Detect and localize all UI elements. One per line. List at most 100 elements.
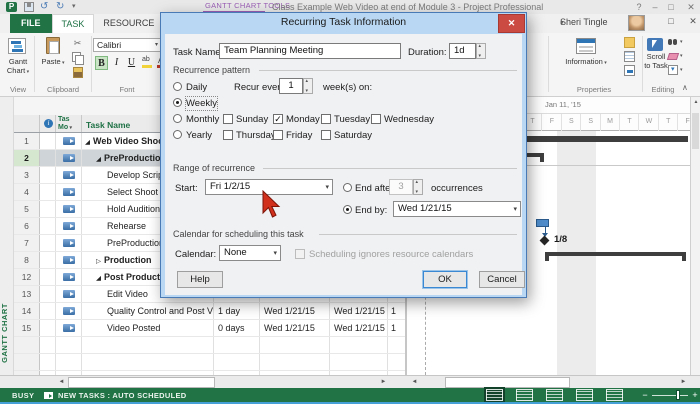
close-icon[interactable]: ✕ [684,0,698,14]
doc-close-icon[interactable]: ✕ [686,16,700,27]
cell-duration[interactable] [214,337,260,353]
avatar[interactable] [628,15,645,31]
table-scroll-right-icon[interactable]: ► [377,377,390,388]
undo-icon[interactable]: ↺ [40,0,48,14]
cell-info[interactable] [40,269,56,285]
cancel-button[interactable]: Cancel [479,271,525,288]
find-icon[interactable] [668,37,678,47]
cell-pred[interactable]: 1 [388,320,405,336]
report-view-icon[interactable] [606,389,623,401]
row-number[interactable]: 6 [14,218,40,234]
table-row[interactable] [14,354,405,371]
save-icon[interactable] [24,2,34,12]
details-icon[interactable] [624,51,635,62]
checkbox-saturday[interactable] [321,130,331,140]
checkbox-label-friday[interactable]: Friday [286,129,312,142]
table-row[interactable]: 15Video Posted0 daysWed 1/21/15Wed 1/21/… [14,320,405,337]
checkbox-scheduling-ignores[interactable] [295,249,305,259]
header-info[interactable] [40,115,56,132]
checkbox-label-monday[interactable]: Monday [286,113,320,126]
checkbox-label-sunday[interactable]: Sunday [236,113,268,126]
cell-task-mode[interactable] [56,303,82,319]
radio-monthly[interactable] [173,114,182,123]
cell-pred[interactable] [388,354,405,370]
cell-task-mode[interactable] [56,133,82,149]
zoom-in-icon[interactable]: + [690,389,700,401]
expand-triangle-icon[interactable]: ▷ [96,254,101,268]
help-icon[interactable]: ? [632,0,646,14]
milestone-diamond[interactable] [540,236,550,246]
zoom-slider-thumb[interactable] [676,390,680,400]
cell-task-mode[interactable] [56,337,82,353]
zoom-out-icon[interactable]: − [640,389,650,401]
cell-finish[interactable]: Wed 1/21/15 [330,320,388,336]
cell-info[interactable] [40,133,56,149]
cell-info[interactable] [40,286,56,302]
cell-info[interactable] [40,252,56,268]
radio-daily[interactable] [173,82,182,91]
dialog-close-button[interactable]: ✕ [498,14,525,33]
end-by-date-select[interactable]: Wed 1/21/15 [393,201,521,217]
collapse-triangle-icon[interactable]: ◢ [96,152,101,166]
cell-info[interactable] [40,167,56,183]
radio-yearly[interactable] [173,130,182,139]
cell-task-mode[interactable] [56,150,82,166]
table-row[interactable] [14,337,405,354]
cell-task-mode[interactable] [56,201,82,217]
cut-icon[interactable]: ✂ [71,37,84,49]
cell-duration[interactable]: 1 day [214,303,260,319]
header-task-mode[interactable]: Tas Mo [56,115,82,132]
app-icon[interactable] [6,2,17,12]
tab-task[interactable]: TASK [52,14,95,33]
row-number[interactable]: 4 [14,184,40,200]
cell-info[interactable] [40,235,56,251]
cell-info[interactable] [40,337,56,353]
cell-task-mode[interactable] [56,354,82,370]
team-planner-view-icon[interactable] [546,389,563,401]
cell-task-name[interactable] [82,354,214,370]
cell-task-mode[interactable] [56,184,82,200]
radio-label-yearly[interactable]: Yearly [186,129,212,142]
duration-spinner[interactable] [476,43,486,59]
checkbox-label-wednesday[interactable]: Wednesday [384,113,434,126]
zoom-slider[interactable] [652,395,688,396]
row-number[interactable]: 2 [14,150,40,166]
end-after-spinner[interactable] [413,179,423,195]
help-button[interactable]: Help [177,271,223,288]
task-usage-view-icon[interactable] [516,389,533,401]
radio-label-daily[interactable]: Daily [186,81,207,94]
cell-info[interactable] [40,303,56,319]
collapse-triangle-icon[interactable]: ◢ [96,271,101,285]
cell-task-mode[interactable] [56,286,82,302]
row-number[interactable]: 12 [14,269,40,285]
row-number[interactable]: 5 [14,201,40,217]
cell-start[interactable] [260,354,330,370]
cell-duration[interactable]: 0 days [214,320,260,336]
header-row-number[interactable] [14,115,40,132]
font-name-select[interactable]: Calibri [93,38,161,52]
fill-dropdown-icon[interactable]: ▾ [680,67,683,73]
vertical-scrollbar-thumb[interactable] [692,113,699,149]
clear-dropdown-icon[interactable]: ▾ [680,53,683,59]
table-scrollbar-thumb[interactable] [68,377,215,388]
cell-info[interactable] [40,218,56,234]
cell-finish[interactable]: Wed 1/21/15 [330,303,388,319]
recur-every-input[interactable]: 1 [279,78,303,94]
bold-button[interactable]: B [95,56,108,70]
cell-duration[interactable] [214,354,260,370]
row-number[interactable]: 13 [14,286,40,302]
italic-button[interactable]: I [110,56,123,70]
row-number[interactable]: 3 [14,167,40,183]
radio-weekly[interactable] [173,98,182,107]
redo-icon[interactable]: ↻ [56,0,64,14]
cell-task-mode[interactable] [56,269,82,285]
cell-start[interactable] [260,337,330,353]
row-number[interactable]: 14 [14,303,40,319]
collapse-triangle-icon[interactable]: ◢ [85,135,90,149]
cell-task-mode[interactable] [56,235,82,251]
restore-icon[interactable]: □ [664,0,678,14]
find-dropdown-icon[interactable]: ▾ [680,39,683,45]
resource-sheet-view-icon[interactable] [576,389,593,401]
ok-button[interactable]: OK [423,271,467,288]
duration-input[interactable]: 1d [449,43,476,59]
